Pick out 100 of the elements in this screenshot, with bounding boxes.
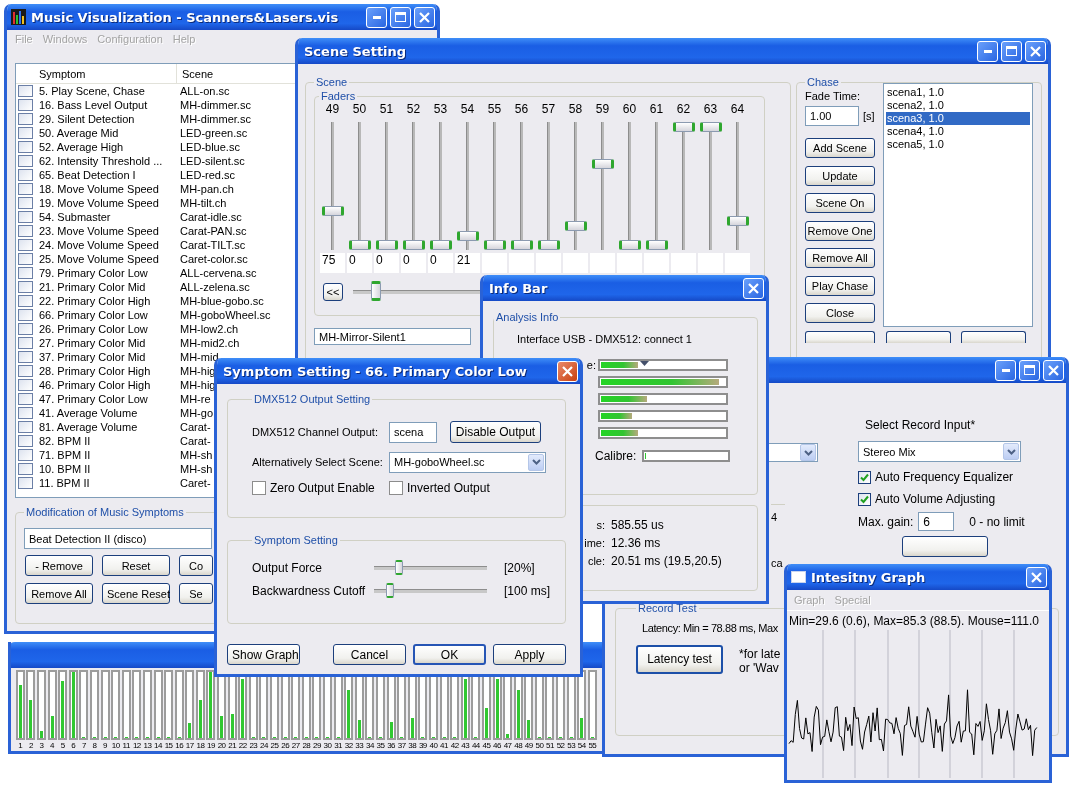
value-field[interactable]: 0 <box>374 253 399 273</box>
show-graph-button[interactable]: Show Graph <box>227 644 300 665</box>
button[interactable] <box>886 331 951 343</box>
fader-handle[interactable] <box>322 205 344 216</box>
symptom-field[interactable]: Beat Detection II (disco) <box>24 528 212 549</box>
minimize-button[interactable] <box>366 6 387 28</box>
checkbox[interactable] <box>18 99 33 111</box>
maximize-button[interactable] <box>390 6 411 28</box>
checkbox[interactable] <box>18 309 33 321</box>
checkbox[interactable] <box>18 183 33 195</box>
checkbox[interactable] <box>18 351 33 363</box>
checkbox[interactable] <box>18 449 33 461</box>
checkbox[interactable] <box>18 225 33 237</box>
checkbox[interactable] <box>18 155 33 167</box>
fader-handle[interactable] <box>349 240 371 250</box>
chase-button[interactable]: Update <box>805 165 875 186</box>
fader-handle[interactable] <box>430 240 452 250</box>
dropdown-button[interactable] <box>800 444 816 461</box>
value-field[interactable]: 0 <box>347 253 372 273</box>
chase-button[interactable]: Remove All <box>805 248 875 268</box>
channel-output-field[interactable]: scena <box>389 421 437 443</box>
dialog-button[interactable]: Apply <box>493 644 566 665</box>
action-button[interactable]: - Remove <box>25 555 93 576</box>
slider-handle[interactable] <box>386 582 395 598</box>
record-input-dropdown[interactable]: Stereo Mix <box>858 441 1021 462</box>
list-item[interactable]: scena5, 1.0 <box>886 138 1030 151</box>
close-button[interactable] <box>557 360 578 382</box>
close-button[interactable] <box>1043 359 1064 381</box>
value-field[interactable]: 0 <box>428 253 453 273</box>
scene-dropdown[interactable]: MH-goboWheel.sc <box>389 451 546 473</box>
dropdown-button[interactable] <box>1003 443 1019 460</box>
back-button[interactable]: << <box>323 283 343 301</box>
checkbox[interactable] <box>18 365 33 377</box>
dialog-button[interactable]: Cancel <box>333 644 406 665</box>
fader-handle[interactable] <box>538 240 560 250</box>
column-header[interactable]: Scene <box>177 67 214 80</box>
checkbox[interactable] <box>18 463 33 475</box>
checkbox[interactable] <box>18 141 33 153</box>
slider-handle[interactable] <box>394 559 403 575</box>
chase-button[interactable]: Remove One <box>805 220 875 241</box>
chase-button[interactable]: Add Scene <box>805 138 875 158</box>
checkbox[interactable] <box>389 481 403 495</box>
checkbox[interactable] <box>18 337 33 349</box>
dropdown-field[interactable] <box>768 443 818 462</box>
checkbox[interactable] <box>18 169 33 181</box>
checkbox[interactable] <box>18 197 33 209</box>
checkbox[interactable] <box>18 393 33 405</box>
value-field[interactable]: 21 <box>455 253 480 273</box>
checkbox[interactable] <box>18 253 33 265</box>
fader-handle[interactable] <box>457 230 479 241</box>
button[interactable] <box>961 331 1026 343</box>
checkbox[interactable] <box>18 127 33 139</box>
disable-output-button[interactable]: Disable Output <box>450 421 541 443</box>
checkbox[interactable] <box>18 379 33 391</box>
list-item[interactable]: scena1, 1.0 <box>886 86 1030 99</box>
dialog-button[interactable]: OK <box>413 644 486 665</box>
minimize-button[interactable] <box>995 359 1016 381</box>
checkbox[interactable] <box>18 421 33 433</box>
action-button[interactable]: Reset <box>102 555 170 576</box>
value-field[interactable]: 75 <box>320 253 345 273</box>
button[interactable] <box>805 330 875 343</box>
checkbox[interactable] <box>18 323 33 335</box>
maximize-button[interactable] <box>1001 40 1022 62</box>
fader-handle[interactable] <box>565 221 587 232</box>
fader-handle[interactable] <box>646 240 668 250</box>
action-button[interactable]: Remove All <box>25 583 93 604</box>
fader-handle[interactable] <box>619 240 641 250</box>
checkbox[interactable] <box>18 477 33 489</box>
checkbox[interactable] <box>18 239 33 251</box>
gain-field[interactable]: 6 <box>918 512 955 531</box>
chase-button[interactable]: Scene On <box>805 193 875 213</box>
button[interactable] <box>902 536 988 557</box>
close-button[interactable] <box>414 6 435 28</box>
list-item[interactable]: scena2, 1.0 <box>886 99 1030 112</box>
checkbox[interactable] <box>18 407 33 419</box>
fader-handle[interactable] <box>403 240 425 250</box>
checkbox[interactable] <box>18 435 33 447</box>
close-button[interactable] <box>743 277 764 299</box>
close-button[interactable] <box>1025 40 1046 62</box>
action-button[interactable]: Co <box>179 555 213 576</box>
slider-handle[interactable] <box>371 281 382 301</box>
minimize-button[interactable] <box>977 40 998 62</box>
fader-handle[interactable] <box>727 216 749 227</box>
checkbox[interactable] <box>18 295 33 307</box>
fader-handle[interactable] <box>376 240 398 250</box>
chase-button[interactable]: Play Chase <box>805 275 875 296</box>
fader-handle[interactable] <box>700 122 722 132</box>
maximize-button[interactable] <box>1019 359 1040 381</box>
dropdown-button[interactable] <box>528 453 544 471</box>
checkbox[interactable] <box>18 281 33 293</box>
checkbox[interactable] <box>18 113 33 125</box>
action-button[interactable]: Se <box>179 583 213 604</box>
fader-handle[interactable] <box>673 122 695 132</box>
checkbox[interactable] <box>252 481 266 495</box>
list-item[interactable]: scena3, 1.0 <box>886 112 1030 125</box>
checkbox[interactable] <box>858 470 871 484</box>
fader-handle[interactable] <box>592 158 614 169</box>
close-button[interactable] <box>1026 566 1047 588</box>
checkbox[interactable] <box>18 267 33 279</box>
list-item[interactable]: scena4, 1.0 <box>886 125 1030 138</box>
